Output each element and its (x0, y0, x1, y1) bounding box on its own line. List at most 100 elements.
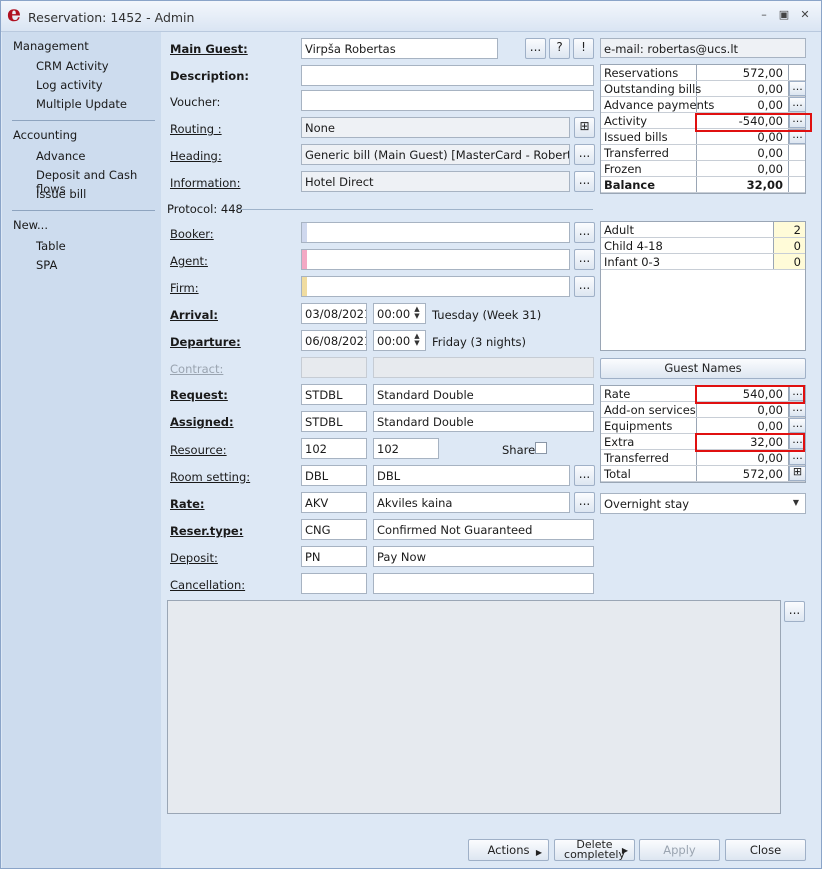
notes-textarea[interactable] (167, 600, 781, 814)
agent-more-button[interactable]: ... (574, 249, 595, 270)
request-name-field[interactable]: Standard Double (373, 384, 594, 405)
assigned-name-field[interactable]: Standard Double (373, 411, 594, 432)
firm-more-button[interactable]: ... (574, 276, 595, 297)
actions-button[interactable]: Actions ▶ (468, 839, 549, 861)
balance-row-label: Issued bills (604, 130, 668, 144)
balance-row-more-button[interactable]: ... (789, 97, 806, 112)
deposit-code-field[interactable]: PN (301, 546, 367, 567)
request-label[interactable]: Request: (170, 388, 228, 402)
room-setting-label[interactable]: Room setting: (170, 470, 250, 484)
departure-label[interactable]: Departure: (170, 335, 241, 349)
sidebar-item-advance[interactable]: Advance (36, 149, 86, 163)
sidebar-item-multiple-update[interactable]: Multiple Update (36, 97, 127, 111)
notes-more-button[interactable]: ... (784, 601, 805, 622)
routing-label[interactable]: Routing : (170, 122, 222, 136)
sidebar-item-crm-activity[interactable]: CRM Activity (36, 59, 109, 73)
routing-tree-button[interactable]: ⊞ (574, 117, 595, 138)
cancellation-code-field[interactable] (301, 573, 367, 594)
information-field[interactable]: Hotel Direct (301, 171, 570, 192)
rate-row-more-button[interactable]: ... (789, 450, 806, 465)
description-field[interactable] (301, 65, 594, 86)
pax-row-value[interactable]: 0 (774, 254, 805, 269)
assigned-code-field[interactable]: STDBL (301, 411, 367, 432)
sidebar-item-log-activity[interactable]: Log activity (36, 78, 103, 92)
share-checkbox[interactable] (535, 442, 547, 454)
reser-type-name-field[interactable]: Confirmed Not Guaranteed (373, 519, 594, 540)
rate-name-field[interactable]: Akviles kaina (373, 492, 570, 513)
arrival-time-spinner[interactable]: ▲ ▼ (412, 306, 422, 320)
rate-row-value: 0,00 (757, 419, 783, 433)
routing-field[interactable]: None (301, 117, 570, 138)
balance-row-label: Outstanding bills (604, 82, 702, 96)
maximize-icon[interactable]: ▣ (777, 9, 791, 21)
resource-label[interactable]: Resource: (170, 443, 227, 457)
resource-code-field[interactable]: 102 (301, 438, 367, 459)
email-field[interactable]: e-mail: robertas@ucs.lt (600, 38, 806, 58)
room-setting-code-field[interactable]: DBL (301, 465, 367, 486)
main-guest-alert-button[interactable]: ! (573, 38, 594, 59)
protocol-divider (238, 209, 593, 210)
apply-button[interactable]: Apply (639, 839, 720, 861)
cancellation-label[interactable]: Cancellation: (170, 578, 245, 592)
deposit-name-field[interactable]: Pay Now (373, 546, 594, 567)
delete-completely-button[interactable]: Delete completely ▶ (554, 839, 635, 861)
balance-row-more-button[interactable]: ... (789, 81, 806, 96)
tree-icon[interactable]: ⊞ (789, 466, 806, 481)
main-guest-label[interactable]: Main Guest: (170, 42, 248, 56)
heading-field[interactable]: Generic bill (Main Guest) [MasterCard - … (301, 144, 570, 165)
departure-time-spinner[interactable]: ▲ ▼ (412, 333, 422, 347)
close-icon[interactable]: ✕ (798, 9, 812, 21)
rate-row-more-button[interactable]: ... (789, 418, 806, 433)
room-setting-more-button[interactable]: ... (574, 465, 595, 486)
booker-field[interactable] (301, 222, 570, 243)
main-guest-field[interactable]: Virpša Robertas (301, 38, 498, 59)
booker-label[interactable]: Booker: (170, 227, 214, 241)
rate-code-field[interactable]: AKV (301, 492, 367, 513)
agent-accent (302, 250, 307, 269)
sidebar-item-issue-bill[interactable]: Issue bill (36, 187, 86, 201)
pax-row-value[interactable]: 0 (774, 238, 805, 253)
heading-more-button[interactable]: ... (574, 144, 595, 165)
stay-type-select[interactable]: Overnight stay ▼ (600, 493, 806, 514)
sidebar-item-spa[interactable]: SPA (36, 258, 57, 272)
actions-label: Actions (487, 843, 530, 857)
sidebar-heading-new[interactable]: New... (13, 218, 48, 232)
sidebar-item-table[interactable]: Table (36, 239, 66, 253)
information-more-button[interactable]: ... (574, 171, 595, 192)
departure-date-field[interactable]: 06/08/2021 (301, 330, 367, 351)
rate-more-button[interactable]: ... (574, 492, 595, 513)
reser-type-label[interactable]: Reser.type: (170, 524, 243, 538)
deposit-label[interactable]: Deposit: (170, 551, 218, 565)
pax-row-value[interactable]: 2 (774, 222, 805, 237)
resource-name-field[interactable]: 102 (373, 438, 439, 459)
chevron-right-icon: ▶ (535, 848, 542, 857)
close-button[interactable]: Close (725, 839, 806, 861)
rate-row-label: Transferred (604, 451, 669, 465)
tree-icon: ⊞ (579, 119, 590, 133)
stay-type-value: Overnight stay (604, 497, 690, 511)
arrival-date-field[interactable]: 03/08/2021 (301, 303, 367, 324)
firm-label[interactable]: Firm: (170, 281, 199, 295)
agent-label[interactable]: Agent: (170, 254, 208, 268)
main-guest-more-button[interactable]: ... (525, 38, 546, 59)
rate-row-more-button[interactable]: ... (789, 402, 806, 417)
heading-label[interactable]: Heading: (170, 149, 222, 163)
request-code-field[interactable]: STDBL (301, 384, 367, 405)
booker-more-button[interactable]: ... (574, 222, 595, 243)
room-setting-name-field[interactable]: DBL (373, 465, 570, 486)
information-label[interactable]: Information: (170, 176, 240, 190)
minimize-icon[interactable]: – (757, 9, 771, 21)
voucher-field[interactable] (301, 90, 594, 111)
guest-names-button[interactable]: Guest Names (600, 358, 806, 379)
main-guest-help-button[interactable]: ? (549, 38, 570, 59)
cancellation-name-field[interactable] (373, 573, 594, 594)
pax-row-label: Infant 0-3 (604, 255, 661, 269)
rate-label[interactable]: Rate: (170, 497, 205, 511)
arrival-label[interactable]: Arrival: (170, 308, 218, 322)
assigned-label[interactable]: Assigned: (170, 415, 234, 429)
firm-field[interactable] (301, 276, 570, 297)
rate-row: Total 572,00 ⊞ (601, 466, 806, 482)
balance-row: Transferred 0,00 (601, 145, 805, 161)
agent-field[interactable] (301, 249, 570, 270)
reser-type-code-field[interactable]: CNG (301, 519, 367, 540)
